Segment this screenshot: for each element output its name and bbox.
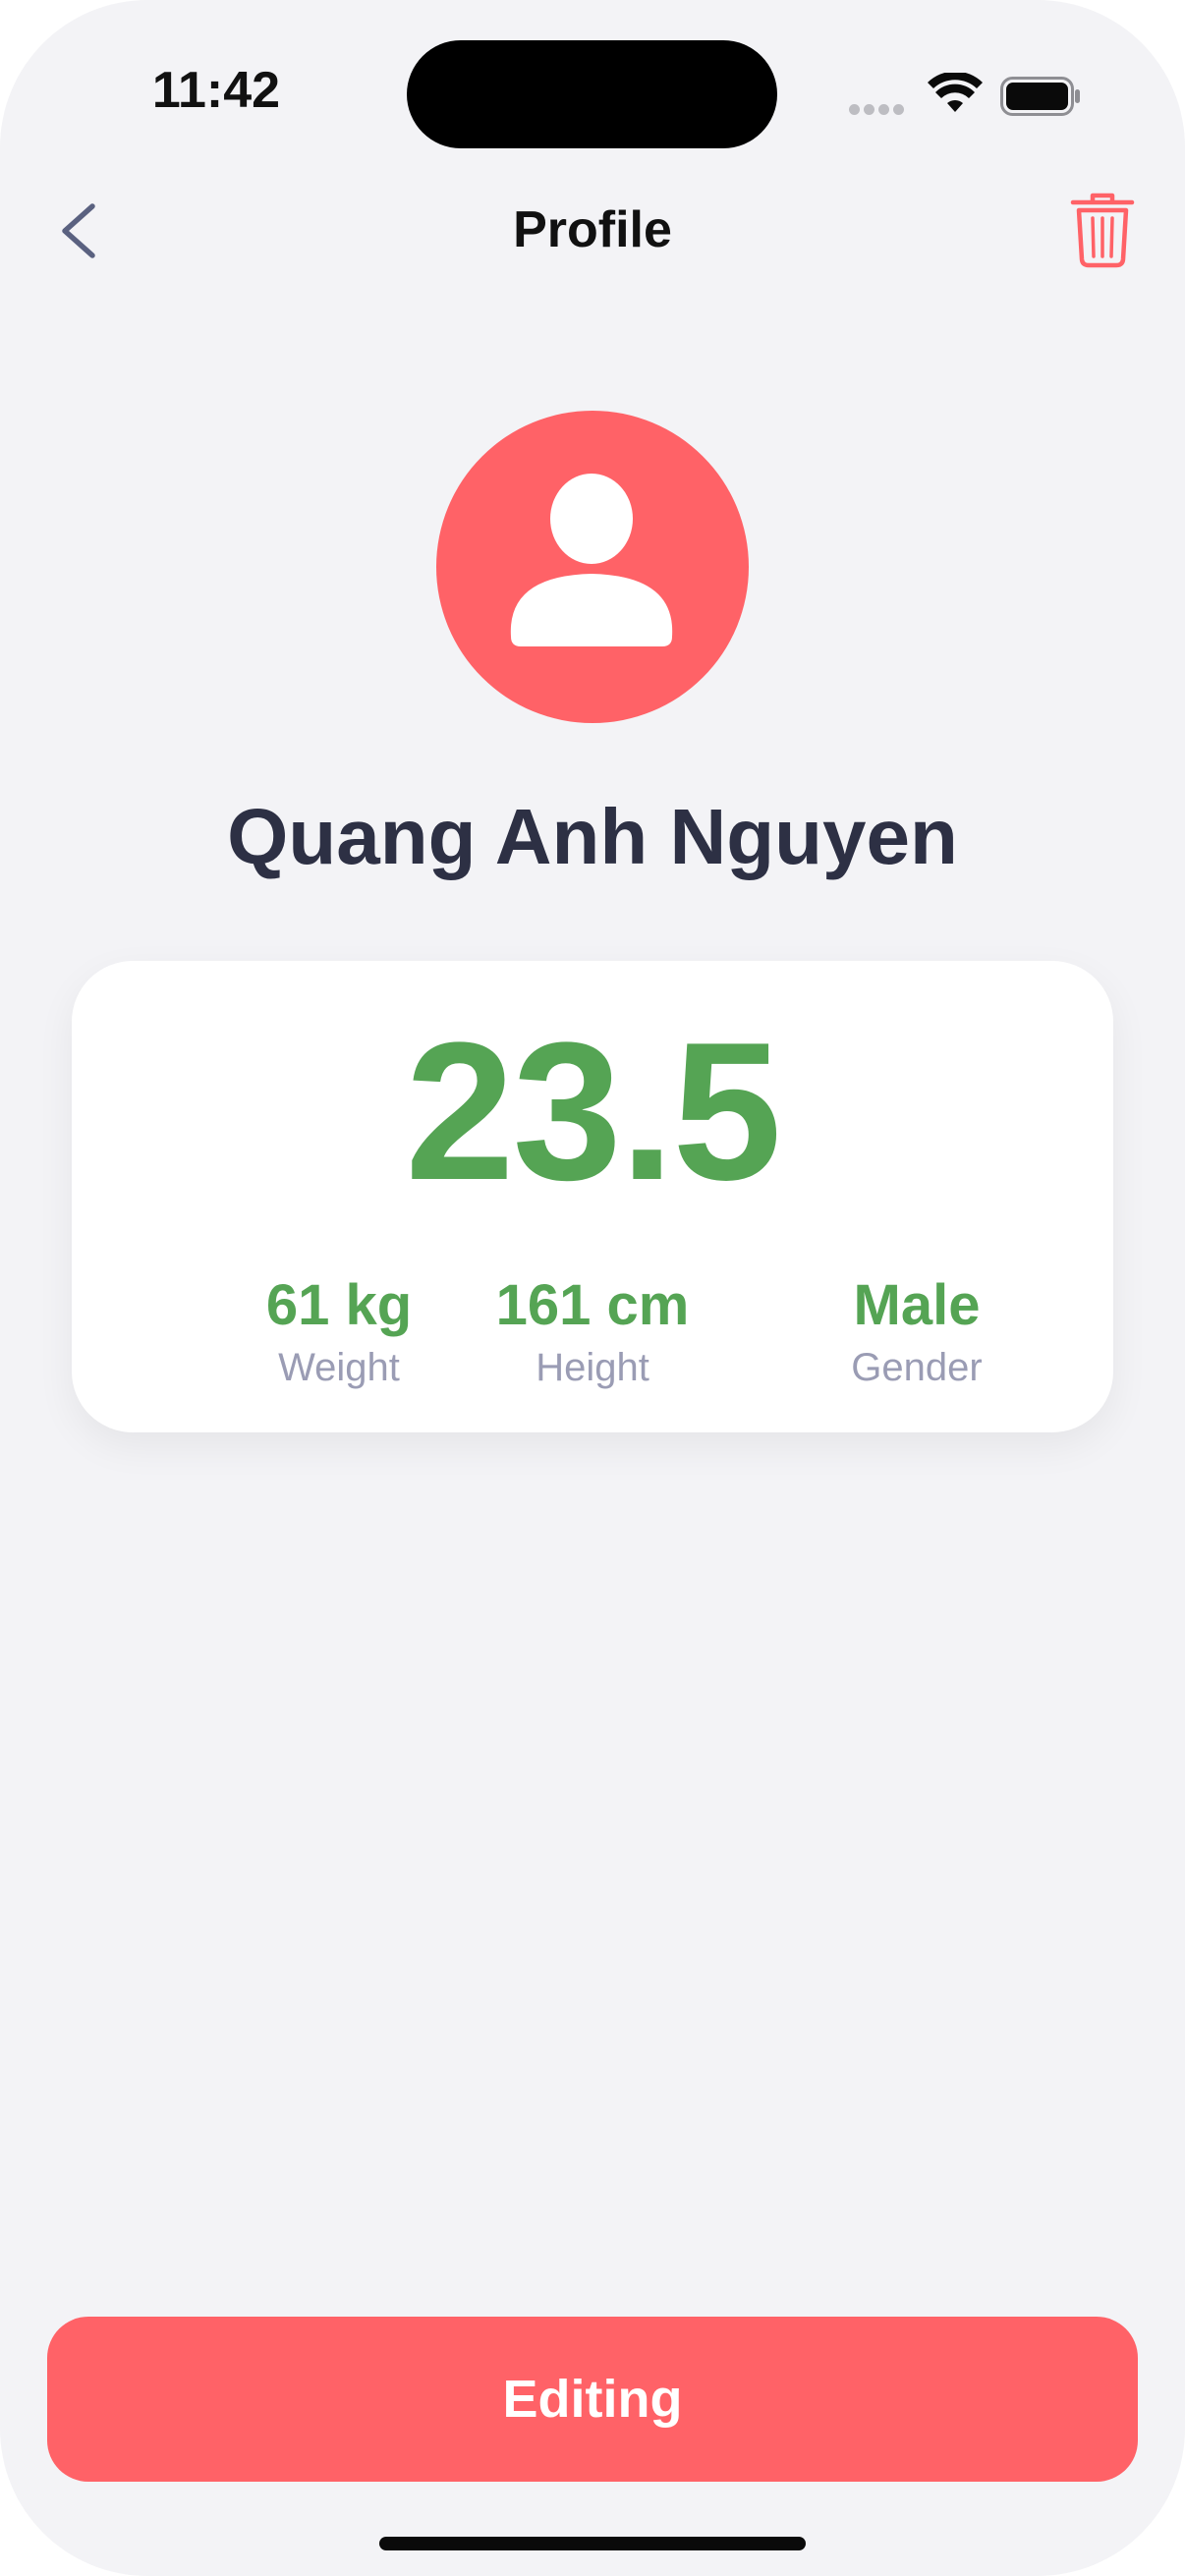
person-icon [510, 474, 673, 646]
battery-icon [1000, 77, 1080, 116]
profile-screen: 11:42 Profile Quang Anh Nguyen 23.5 61 k… [0, 0, 1185, 2576]
height-stat: 161 cm Height [425, 1271, 760, 1395]
gender-label: Gender [851, 1346, 983, 1389]
profile-name: Quang Anh Nguyen [227, 793, 958, 880]
height-label: Height [536, 1346, 649, 1389]
bmi-value: 23.5 [405, 1002, 781, 1221]
gender-value: Male [853, 1273, 981, 1337]
avatar [436, 411, 749, 723]
delete-button[interactable] [1067, 191, 1138, 269]
edit-button[interactable]: Editing [47, 2317, 1138, 2482]
signal-icon [849, 102, 908, 120]
gender-stat: Male Gender [750, 1271, 1084, 1395]
status-time: 11:42 [151, 62, 281, 119]
bmi-card: 23.5 61 kg Weight 161 cm Height Male Gen… [72, 961, 1113, 1432]
page-title: Profile [513, 201, 672, 258]
status-indicators [845, 71, 1081, 120]
back-button[interactable] [51, 196, 110, 265]
dynamic-island [407, 40, 777, 148]
height-value: 161 cm [495, 1273, 690, 1337]
trash-icon [1070, 193, 1135, 268]
home-indicator[interactable] [379, 2537, 806, 2550]
chevron-left-icon [62, 203, 95, 258]
wifi-icon [928, 73, 983, 112]
